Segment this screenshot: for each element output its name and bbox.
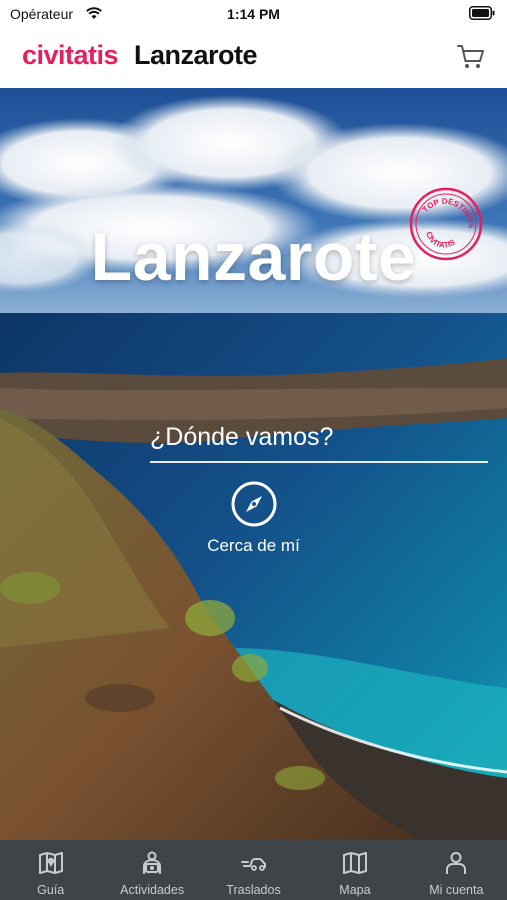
cart-icon[interactable] — [457, 44, 485, 70]
status-bar: Opérateur 1:14 PM — [0, 0, 507, 28]
svg-text:TOP DESTINOS: TOP DESTINOS — [419, 188, 483, 231]
tab-actividades-label: Actividades — [120, 883, 185, 897]
map-guide-icon — [38, 852, 63, 874]
tab-mapa[interactable]: Mapa — [304, 840, 405, 900]
activities-icon — [143, 851, 162, 874]
nearby-button[interactable]: Cerca de mí — [0, 536, 507, 556]
brand-logo[interactable]: civitatis — [22, 40, 119, 71]
badge-bottom-text: CIVITATIS — [421, 228, 459, 255]
tab-mi-cuenta[interactable]: Mi cuenta — [406, 840, 507, 900]
map-icon — [342, 852, 367, 874]
tab-guia-label: Guía — [37, 883, 65, 897]
svg-text:CIVITATIS: CIVITATIS — [421, 228, 459, 255]
top-destinos-badge: TOP DESTINOS CIVITATIS — [409, 187, 483, 261]
tab-mapa-label: Mapa — [339, 883, 371, 897]
tab-traslados[interactable]: Traslados — [203, 840, 304, 900]
user-icon — [446, 852, 467, 874]
app-header: civitatis Lanzarote — [0, 28, 507, 88]
battery-icon — [469, 6, 495, 20]
tab-actividades[interactable]: Actividades — [101, 840, 202, 900]
status-time: 1:14 PM — [227, 6, 280, 22]
transfer-icon — [240, 858, 266, 871]
tab-guia[interactable]: Guía — [0, 840, 101, 900]
search-underline — [150, 461, 488, 463]
header-city-title: Lanzarote — [134, 40, 258, 70]
tab-traslados-label: Traslados — [226, 883, 281, 897]
hero-section: Lanzarote TOP DESTINOS CIVITATIS ¿Dónde … — [0, 88, 507, 840]
tab-mi-cuenta-label: Mi cuenta — [429, 883, 484, 897]
compass-icon[interactable] — [231, 481, 277, 527]
search-input[interactable]: ¿Dónde vamos? — [150, 423, 333, 452]
tab-bar: Guía Actividades Traslados Mapa Mi cuent… — [0, 840, 507, 900]
badge-top-text: TOP DESTINOS — [419, 188, 483, 231]
